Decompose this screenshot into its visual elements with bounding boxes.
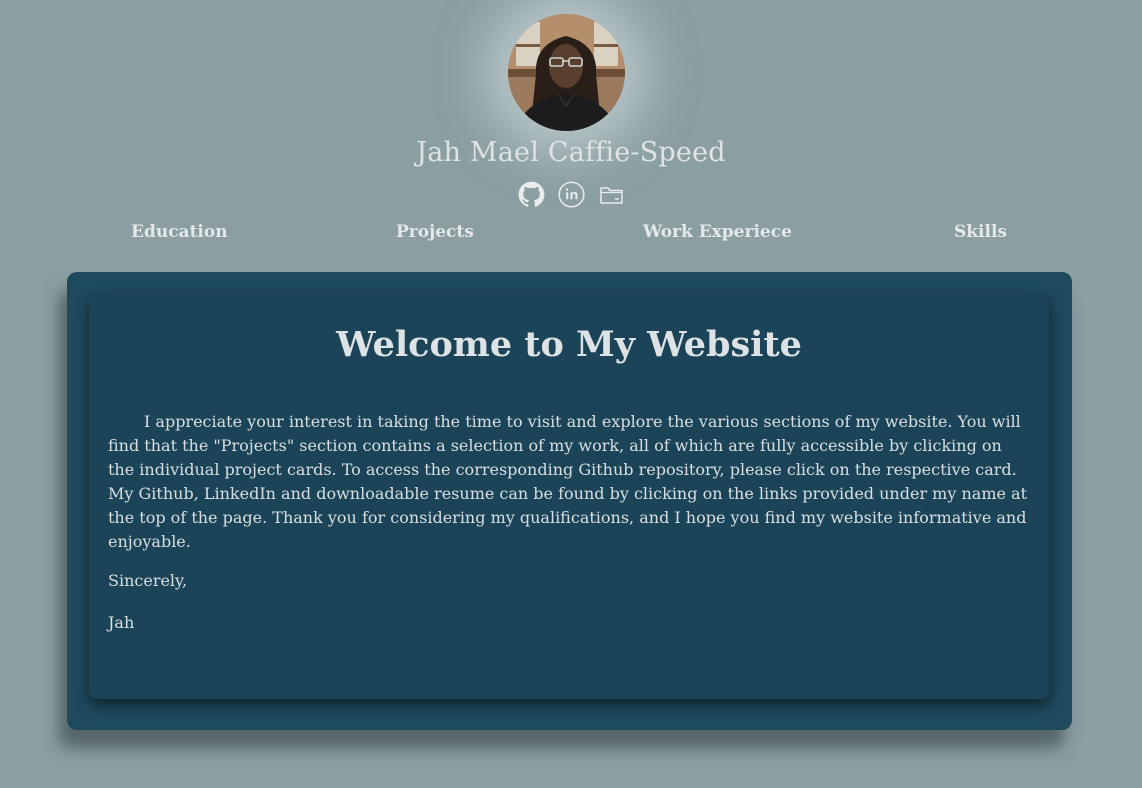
page: Jah Mael Caffie-Speed Education Projects… bbox=[0, 0, 1142, 788]
github-icon bbox=[518, 181, 544, 207]
welcome-title: Welcome to My Website bbox=[336, 324, 802, 365]
folder-resume-icon bbox=[599, 187, 623, 204]
avatar-photo bbox=[508, 14, 625, 131]
welcome-panel: Welcome to My Website I appreciate your … bbox=[89, 294, 1049, 699]
signature-text: Jah bbox=[108, 613, 135, 632]
linkedin-link[interactable] bbox=[557, 181, 585, 208]
welcome-message: I appreciate your interest in taking the… bbox=[108, 412, 1028, 551]
nav-item-skills[interactable]: Skills bbox=[954, 222, 1007, 242]
social-links bbox=[0, 181, 1142, 208]
closing-text: Sincerely, bbox=[108, 571, 188, 590]
linkedin-icon bbox=[557, 181, 585, 208]
github-link[interactable] bbox=[518, 181, 545, 208]
nav-item-education[interactable]: Education bbox=[131, 222, 228, 242]
nav-item-projects[interactable]: Projects bbox=[396, 222, 474, 242]
content-card: Welcome to My Website I appreciate your … bbox=[67, 272, 1072, 730]
resume-link[interactable] bbox=[598, 181, 625, 208]
main-nav: Education Projects Work Experiece Skills bbox=[0, 222, 1142, 246]
avatar bbox=[508, 14, 625, 131]
nav-item-work-experience[interactable]: Work Experiece bbox=[643, 222, 792, 242]
profile-name: Jah Mael Caffie-Speed bbox=[416, 137, 726, 168]
